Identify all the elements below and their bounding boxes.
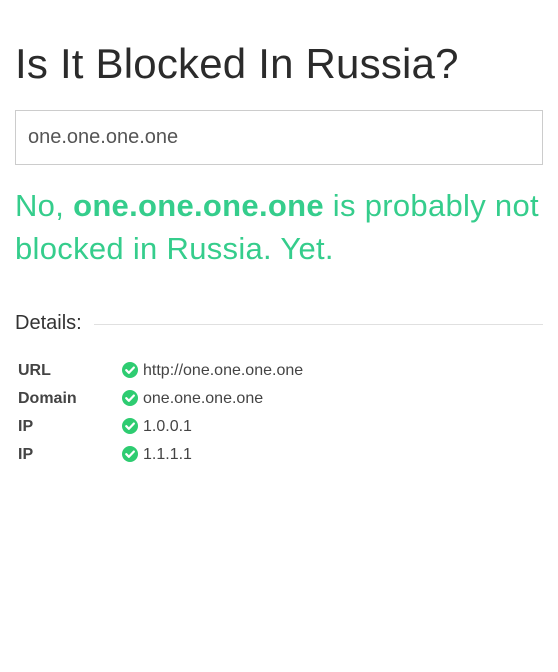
row-key: URL <box>18 362 51 379</box>
row-value: 1.0.0.1 <box>143 418 192 435</box>
result-prefix: No, <box>15 188 65 223</box>
check-circle-icon <box>122 418 138 434</box>
table-row: URL http://one.one.one.one <box>18 357 303 385</box>
table-row: IP 1.1.1.1 <box>18 441 303 469</box>
row-value-cell: 1.1.1.1 <box>122 441 303 469</box>
page-title: Is It Blocked In Russia? <box>15 40 459 87</box>
check-circle-icon <box>122 362 138 378</box>
row-value-cell: one.one.one.one <box>122 385 303 413</box>
row-value-cell: 1.0.0.1 <box>122 413 303 441</box>
search-box[interactable] <box>15 110 543 165</box>
row-value: 1.1.1.1 <box>143 446 192 463</box>
row-value: one.one.one.one <box>143 390 264 407</box>
details-table: URL http://one.one.one.one Domain one.on… <box>18 357 303 469</box>
search-input[interactable] <box>16 111 540 164</box>
table-row: Domain one.one.one.one <box>18 385 303 413</box>
check-circle-icon <box>122 390 138 406</box>
details-divider <box>93 323 543 325</box>
row-value: http://one.one.one.one <box>143 362 304 379</box>
result-domain: one.one.one.one <box>73 188 324 223</box>
details-header: Details: <box>15 309 543 337</box>
result-message: No, one.one.one.one is probably not bloc… <box>15 184 543 270</box>
row-key: IP <box>18 418 34 435</box>
row-key: Domain <box>18 390 77 407</box>
details-label: Details: <box>15 311 82 334</box>
check-circle-icon <box>122 446 138 462</box>
row-key: IP <box>18 446 34 463</box>
table-row: IP 1.0.0.1 <box>18 413 303 441</box>
row-value-cell: http://one.one.one.one <box>122 357 303 385</box>
